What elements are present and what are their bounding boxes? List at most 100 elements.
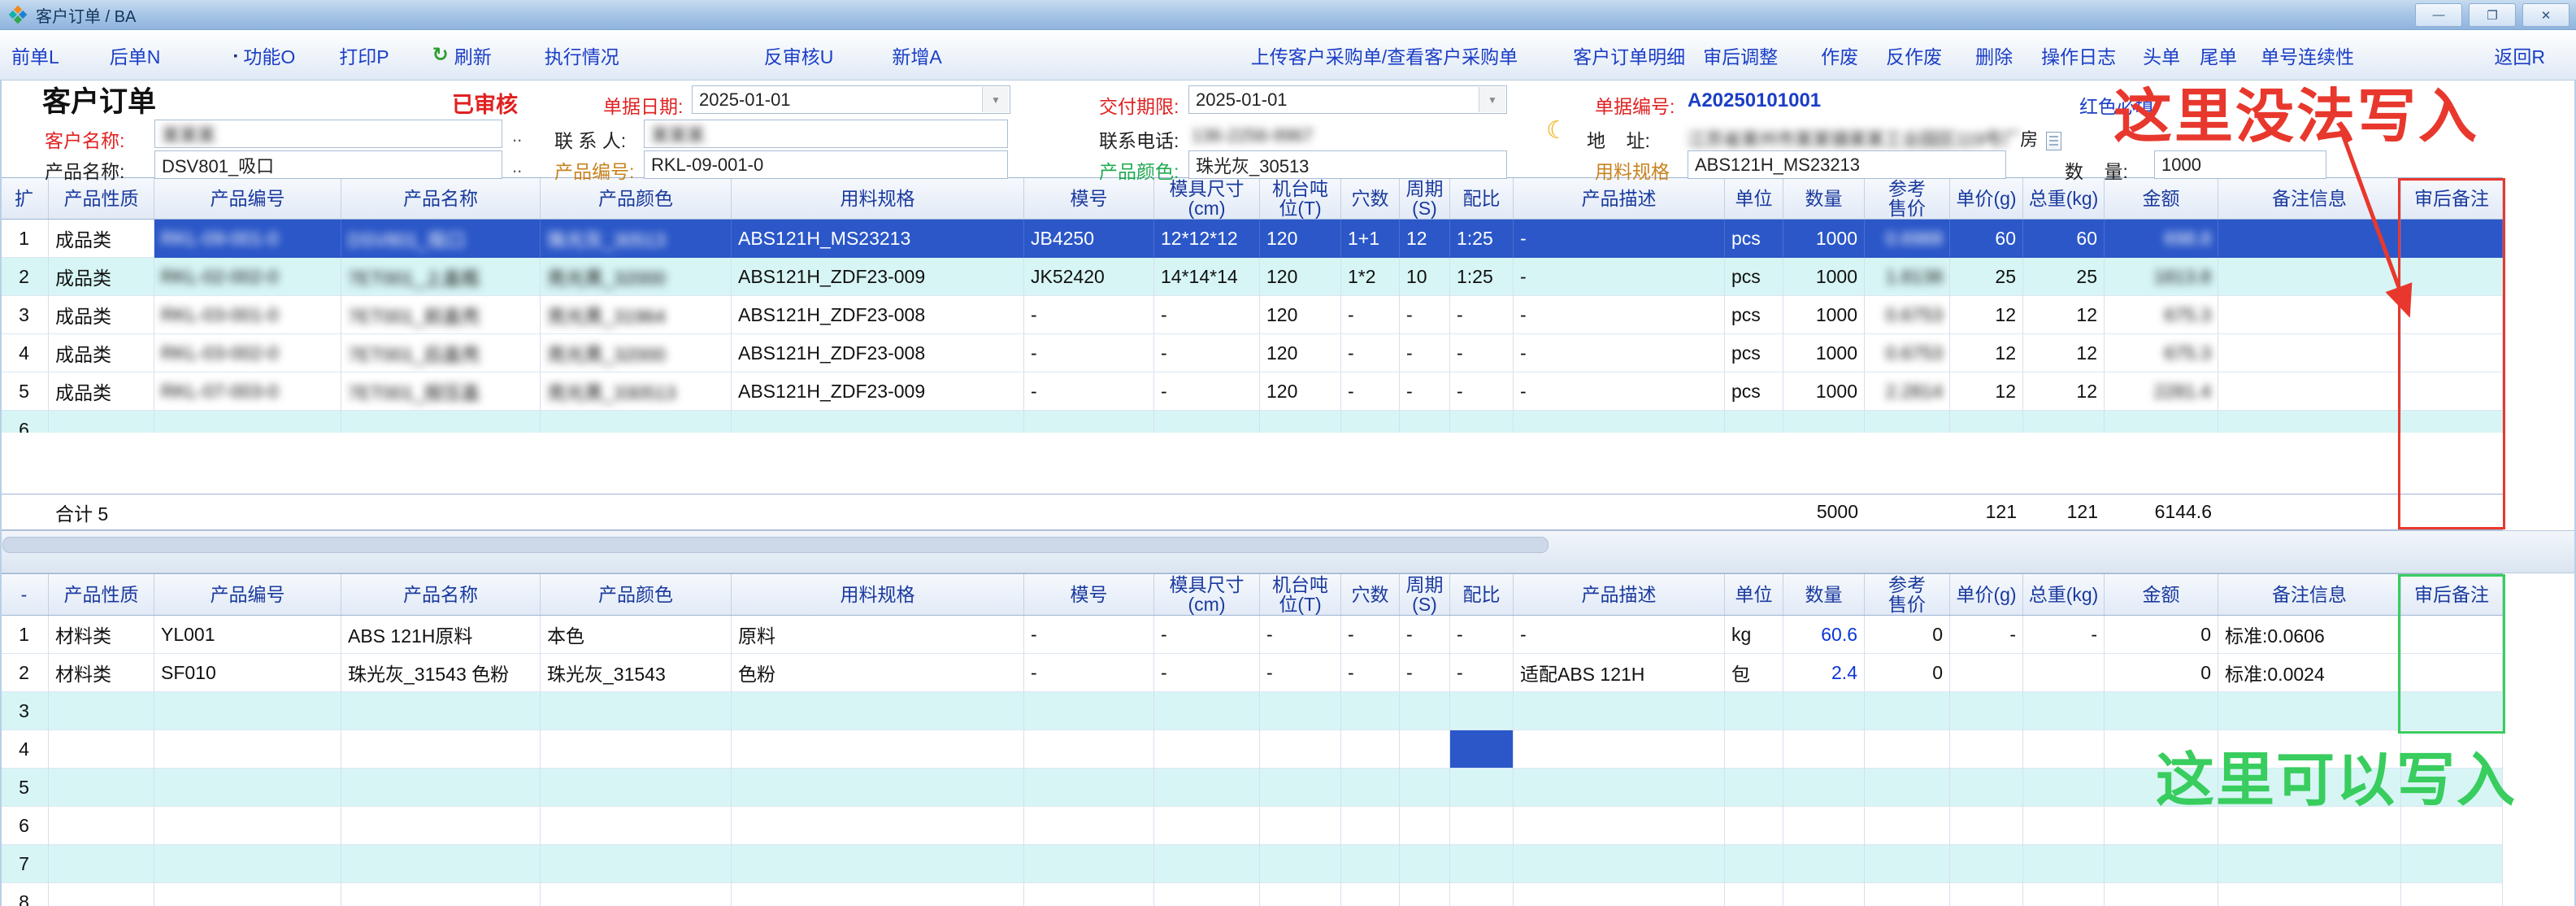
- grid-cell[interactable]: RKL-09-001-0: [154, 220, 341, 258]
- grid-cell[interactable]: 1813.8: [2105, 258, 2218, 296]
- column-header[interactable]: 穴数: [1341, 178, 1400, 219]
- grid-cell[interactable]: 成品类: [49, 296, 154, 334]
- column-header[interactable]: 周期 (S): [1400, 178, 1450, 219]
- grid-cell[interactable]: [1260, 807, 1341, 845]
- grid-cell[interactable]: [2401, 845, 2503, 883]
- grid-cell[interactable]: -: [1341, 654, 1400, 692]
- grid-cell[interactable]: [49, 411, 154, 433]
- toolbar-item-3[interactable]: ▪功能O: [233, 41, 295, 69]
- grid-cell[interactable]: [1950, 883, 2023, 906]
- grid-cell[interactable]: -: [1341, 616, 1400, 654]
- grid-cell[interactable]: 1:25: [1450, 220, 1514, 258]
- totals-cell[interactable]: 合计 5: [49, 494, 154, 529]
- grid-cell[interactable]: [2105, 411, 2218, 433]
- grid-cell[interactable]: 1:25: [1450, 258, 1514, 296]
- grid-cell[interactable]: 60: [2023, 220, 2105, 258]
- toolbar-item-17[interactable]: 尾单: [2200, 41, 2237, 69]
- grid-cell[interactable]: [1400, 730, 1450, 769]
- grid-cell[interactable]: [732, 769, 1024, 807]
- grid-cell[interactable]: 0.6988: [1865, 220, 1950, 258]
- grid-cell[interactable]: -: [1514, 220, 1725, 258]
- grid-cell[interactable]: -: [1024, 334, 1154, 372]
- toolbar-item-4[interactable]: 打印P: [339, 41, 389, 69]
- grid-cell[interactable]: pcs: [1725, 296, 1783, 334]
- column-header[interactable]: 金额: [2105, 574, 2218, 615]
- grid-cell[interactable]: 3: [0, 692, 49, 730]
- column-header[interactable]: 产品编号: [154, 574, 341, 615]
- close-button[interactable]: ✕: [2522, 3, 2569, 27]
- grid-cell[interactable]: [2105, 692, 2218, 730]
- grid-cell[interactable]: pcs: [1725, 220, 1783, 258]
- grid-cell[interactable]: [49, 730, 154, 769]
- grid-cell[interactable]: [1450, 692, 1514, 730]
- toolbar-item-18[interactable]: 单号连续性: [2261, 41, 2354, 69]
- grid-cell[interactable]: [341, 883, 541, 906]
- grid-cell[interactable]: 成品类: [49, 372, 154, 411]
- grid-cell[interactable]: [2218, 334, 2401, 372]
- grid-cell[interactable]: -: [1024, 654, 1154, 692]
- grid-cell[interactable]: [1154, 845, 1260, 883]
- grid-cell[interactable]: ABS121H_ZDF23-009: [732, 258, 1024, 296]
- product-color-input[interactable]: 珠光灰_30513: [1188, 150, 1507, 179]
- column-header[interactable]: 审后备注: [2401, 574, 2503, 615]
- grid-cell[interactable]: -: [1514, 372, 1725, 411]
- grid-cell[interactable]: -: [1400, 616, 1450, 654]
- grid-cell[interactable]: [1865, 411, 1950, 433]
- grid-cell[interactable]: [1260, 411, 1341, 433]
- grid-cell[interactable]: 1: [0, 220, 49, 258]
- grid-cell[interactable]: [2105, 730, 2218, 769]
- grid-cell[interactable]: [2218, 411, 2401, 433]
- column-header[interactable]: 扩: [0, 178, 49, 219]
- product-browse-button[interactable]: ..: [512, 156, 522, 177]
- grid-cell[interactable]: [1450, 730, 1514, 769]
- column-header[interactable]: 模号: [1024, 574, 1154, 615]
- grid-cell[interactable]: 2: [0, 654, 49, 692]
- totals-cell[interactable]: [1865, 494, 1950, 529]
- grid-cell[interactable]: RKL-03-002-0: [154, 334, 341, 372]
- grid-cell[interactable]: [2023, 730, 2105, 769]
- grid-cell[interactable]: [1154, 807, 1260, 845]
- grid-cell[interactable]: 2281.4: [2105, 372, 2218, 411]
- grid-cell[interactable]: [1400, 883, 1450, 906]
- grid-cell[interactable]: -: [1341, 296, 1400, 334]
- grid-cell[interactable]: [1865, 845, 1950, 883]
- grid-cell[interactable]: [1260, 730, 1341, 769]
- grid-cell[interactable]: -: [1450, 616, 1514, 654]
- grid-cell[interactable]: ABS 121H原料: [341, 616, 541, 654]
- grid-cell[interactable]: [1514, 411, 1725, 433]
- grid-cell[interactable]: [1341, 807, 1400, 845]
- grid-cell[interactable]: [1400, 769, 1450, 807]
- totals-cell[interactable]: [154, 494, 341, 529]
- grid-cell[interactable]: [2218, 372, 2401, 411]
- grid-cell[interactable]: 亮光黑_32000: [541, 334, 732, 372]
- toolbar-item-10[interactable]: 客户订单明细: [1573, 41, 1685, 69]
- grid-cell[interactable]: 12: [1950, 334, 2023, 372]
- grid-cell[interactable]: [1154, 692, 1260, 730]
- grid-cell[interactable]: [1341, 769, 1400, 807]
- column-header[interactable]: 用料规格: [732, 574, 1024, 615]
- grid-cell[interactable]: [1950, 730, 2023, 769]
- address-field[interactable]: 江苏省某州市某某镇某某工业园区119号厂房: [1688, 125, 2061, 151]
- grid-cell[interactable]: kg: [1725, 616, 1783, 654]
- grid-cell[interactable]: [1400, 692, 1450, 730]
- column-header[interactable]: 产品名称: [341, 574, 541, 615]
- grid-cell[interactable]: [49, 692, 154, 730]
- grid-cell[interactable]: 12*12*12: [1154, 220, 1260, 258]
- column-header[interactable]: 备注信息: [2218, 574, 2401, 615]
- grid-cell[interactable]: 2.4: [1783, 654, 1865, 692]
- toolbar-item-16[interactable]: 头单: [2143, 41, 2180, 69]
- grid-cell[interactable]: [732, 692, 1024, 730]
- grid-cell[interactable]: ABS121H_ZDF23-009: [732, 372, 1024, 411]
- grid-cell[interactable]: 1000: [1783, 372, 1865, 411]
- column-header[interactable]: 产品性质: [49, 178, 154, 219]
- grid-cell[interactable]: 12: [2023, 334, 2105, 372]
- grid-cell[interactable]: [154, 730, 341, 769]
- grid-cell[interactable]: [2401, 411, 2503, 433]
- grid-cell[interactable]: -: [1154, 372, 1260, 411]
- grid-cell[interactable]: [341, 730, 541, 769]
- grid-cell[interactable]: [1514, 845, 1725, 883]
- quantity-input[interactable]: 1000: [2154, 150, 2326, 179]
- grid-cell[interactable]: [1725, 411, 1783, 433]
- table-row[interactable]: 3: [0, 692, 2503, 730]
- totals-cell[interactable]: [2401, 494, 2503, 529]
